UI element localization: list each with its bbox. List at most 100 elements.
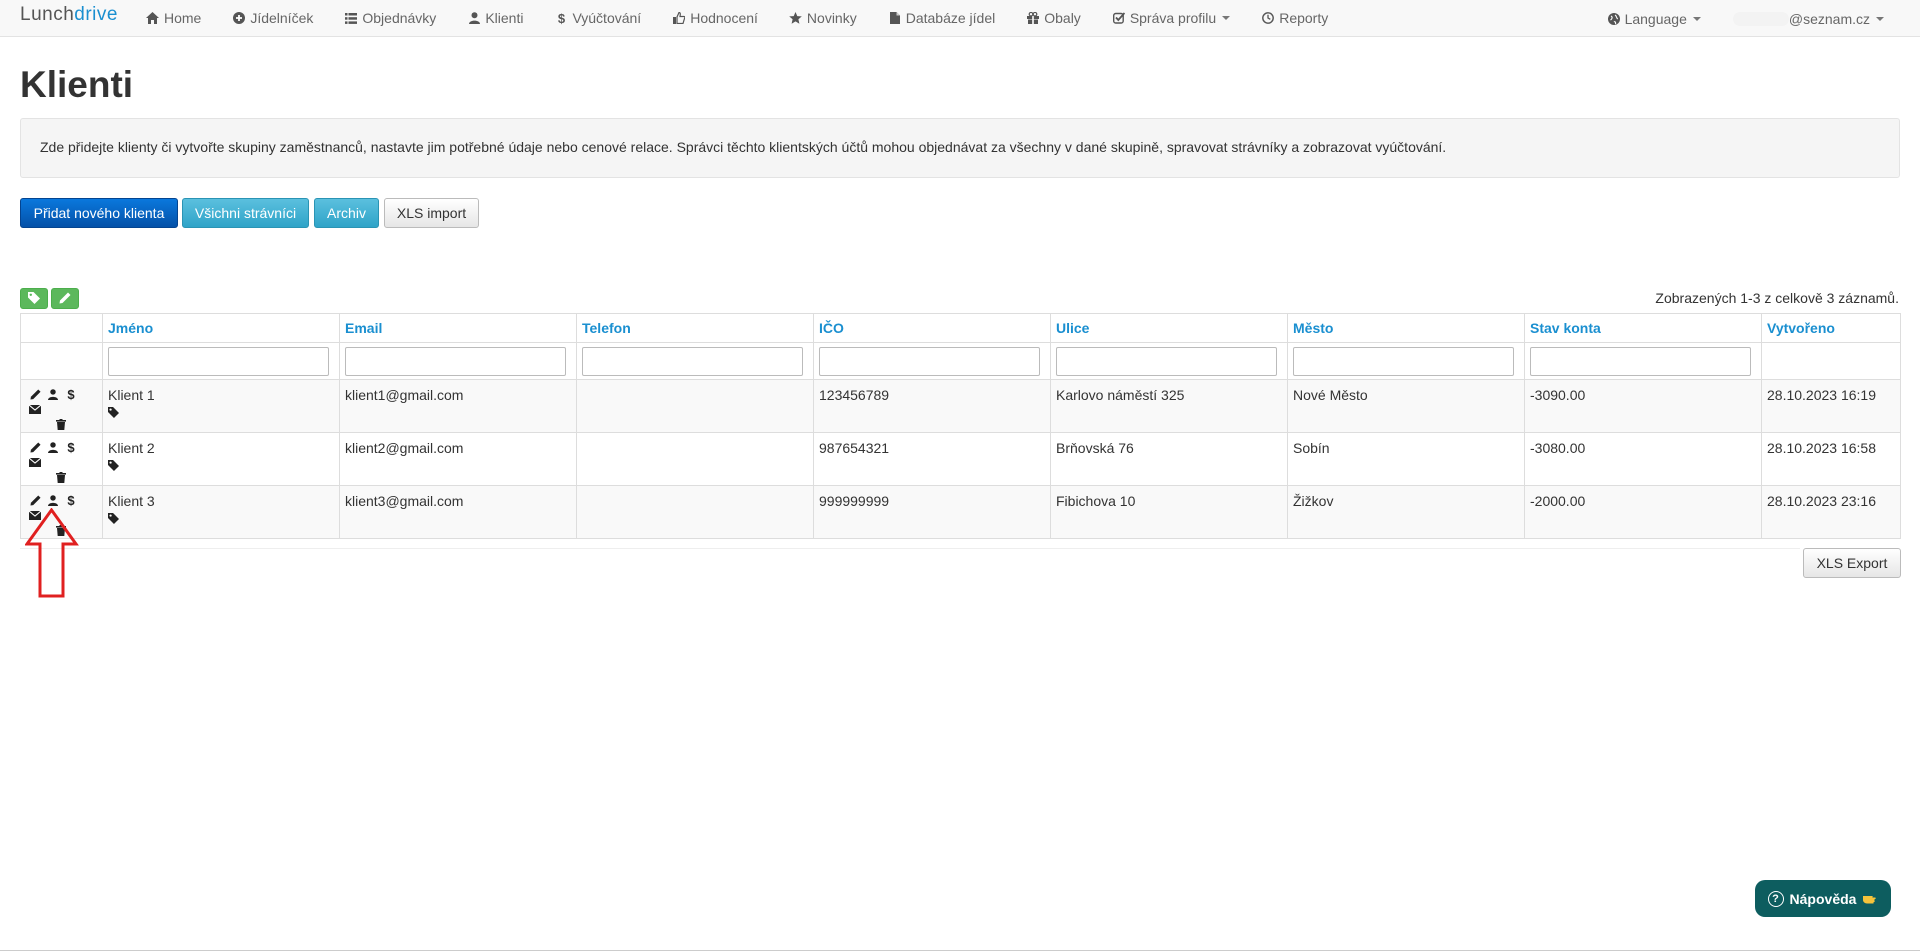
nav-food-database[interactable]: Databáze jídel — [888, 10, 995, 26]
dollar-icon[interactable]: $ — [62, 387, 80, 402]
filter-street-input[interactable] — [1056, 347, 1277, 376]
filter-balance-input[interactable] — [1530, 347, 1751, 376]
cell-created: 28.10.2023 16:19 — [1761, 379, 1901, 433]
nav-menu[interactable]: Jídelníček — [232, 10, 313, 26]
filter-cell — [1524, 342, 1762, 380]
cell-street: Brňovská 76 — [1050, 432, 1288, 486]
edit-pencil-icon[interactable] — [26, 493, 44, 508]
filter-phone-input[interactable] — [582, 347, 803, 376]
tag-icon[interactable] — [108, 405, 122, 421]
nav-billing[interactable]: $ Vyúčtování — [554, 10, 641, 26]
language-label: Language — [1624, 10, 1687, 27]
brand-logo[interactable]: Lunchdrive — [20, 4, 118, 26]
nav-packaging-label: Obaly — [1044, 10, 1081, 26]
nav-reports[interactable]: Reporty — [1261, 10, 1328, 26]
cell-city: Žižkov — [1287, 485, 1525, 539]
chevron-down-icon — [1876, 16, 1884, 21]
edit-pencil-icon[interactable] — [26, 387, 44, 402]
nav-home[interactable]: Home — [146, 10, 201, 26]
filter-cell — [1050, 342, 1288, 380]
globe-icon — [1607, 12, 1621, 26]
header-phone[interactable]: Telefon — [576, 313, 814, 343]
chevron-down-icon — [1692, 16, 1701, 21]
xls-export-button[interactable]: XLS Export — [1803, 548, 1901, 578]
cell-city: Sobín — [1287, 432, 1525, 486]
envelope-icon[interactable] — [26, 455, 44, 470]
filter-email-input[interactable] — [345, 347, 566, 376]
pencil-icon — [59, 291, 71, 307]
cell-city: Nové Město — [1287, 379, 1525, 433]
add-client-button[interactable]: Přidat nového klienta — [20, 198, 178, 228]
filter-name-input[interactable] — [108, 347, 329, 376]
nav-packaging[interactable]: Obaly — [1026, 10, 1081, 26]
nav-profile-dropdown[interactable]: Správa profilu — [1112, 10, 1231, 26]
nav-billing-label: Vyúčtování — [572, 10, 642, 26]
nav-clients[interactable]: Klienti — [467, 10, 523, 26]
trash-icon[interactable] — [52, 470, 70, 485]
nav-orders[interactable]: Objednávky — [344, 10, 436, 26]
user-icon[interactable] — [44, 387, 62, 402]
help-button[interactable]: ? Nápověda — [1755, 880, 1891, 917]
header-name[interactable]: Jméno — [102, 313, 340, 343]
cell-balance: -3090.00 — [1524, 379, 1762, 433]
user-dropdown[interactable]: @seznam.cz — [1732, 11, 1884, 27]
records-summary: Zobrazených 1-3 z celkově 3 záznamů. — [1655, 290, 1899, 306]
cell-created: 28.10.2023 23:16 — [1761, 485, 1901, 539]
archive-button[interactable]: Archiv — [314, 198, 379, 228]
user-icon[interactable] — [44, 493, 62, 508]
client-name: Klient 3 — [108, 493, 155, 509]
divider — [20, 548, 1800, 549]
language-dropdown[interactable]: Language — [1607, 11, 1701, 27]
cell-email: klient2@gmail.com — [339, 432, 577, 486]
header-city[interactable]: Město — [1287, 313, 1525, 343]
navbar-right: Language @seznam.cz — [1607, 0, 1920, 37]
user-icon[interactable] — [44, 440, 62, 455]
cell-phone — [576, 432, 814, 486]
nav-ratings[interactable]: Hodnocení — [672, 10, 758, 26]
redacted-username — [1732, 11, 1789, 26]
nav-menu-label: Jídelníček — [250, 10, 314, 26]
list-icon — [344, 11, 358, 25]
cell-email: klient3@gmail.com — [339, 485, 577, 539]
all-diners-button[interactable]: Všichni strávníci — [182, 198, 309, 228]
cell-ico: 123456789 — [813, 379, 1051, 433]
brand-part-1: Lunch — [20, 4, 75, 25]
header-ico[interactable]: IČO — [813, 313, 1051, 343]
dollar-icon[interactable]: $ — [62, 440, 80, 455]
header-street[interactable]: Ulice — [1050, 313, 1288, 343]
cell-phone — [576, 379, 814, 433]
filter-city-input[interactable] — [1293, 347, 1514, 376]
filter-cell — [576, 342, 814, 380]
tag-icon[interactable] — [108, 458, 122, 474]
client-name: Klient 2 — [108, 440, 155, 456]
page-title: Klienti — [20, 64, 134, 105]
brand-part-2: drive — [74, 4, 118, 25]
check-square-icon — [1112, 11, 1126, 25]
nav-clients-label: Klienti — [485, 10, 524, 26]
filter-empty-cell — [1761, 342, 1901, 380]
cell-ico: 999999999 — [813, 485, 1051, 539]
nav-news-label: Novinky — [806, 10, 857, 26]
xls-import-button[interactable]: XLS import — [384, 198, 479, 228]
row-actions: $ — [20, 432, 103, 486]
bulk-edit-button[interactable] — [51, 288, 79, 309]
filter-empty-cell — [20, 342, 103, 380]
cell-ico: 987654321 — [813, 432, 1051, 486]
trash-icon[interactable] — [52, 417, 70, 432]
header-balance[interactable]: Stav konta — [1524, 313, 1762, 343]
thumbs-up-icon — [672, 11, 686, 25]
envelope-icon[interactable] — [26, 402, 44, 417]
nav-profile-label: Správa profilu — [1129, 10, 1217, 26]
header-created[interactable]: Vytvořeno — [1761, 313, 1901, 343]
tag-icon[interactable] — [108, 511, 122, 527]
header-email[interactable]: Email — [339, 313, 577, 343]
nav-news[interactable]: Novinky — [789, 10, 857, 26]
header-actions — [20, 313, 103, 343]
dollar-icon[interactable]: $ — [62, 493, 80, 508]
info-box: Zde přidejte klienty či vytvořte skupiny… — [20, 118, 1900, 178]
page-bottom-border — [0, 950, 1920, 951]
filter-ico-input[interactable] — [819, 347, 1040, 376]
edit-pencil-icon[interactable] — [26, 440, 44, 455]
bulk-tag-button[interactable] — [20, 288, 48, 309]
client-name: Klient 1 — [108, 387, 155, 403]
